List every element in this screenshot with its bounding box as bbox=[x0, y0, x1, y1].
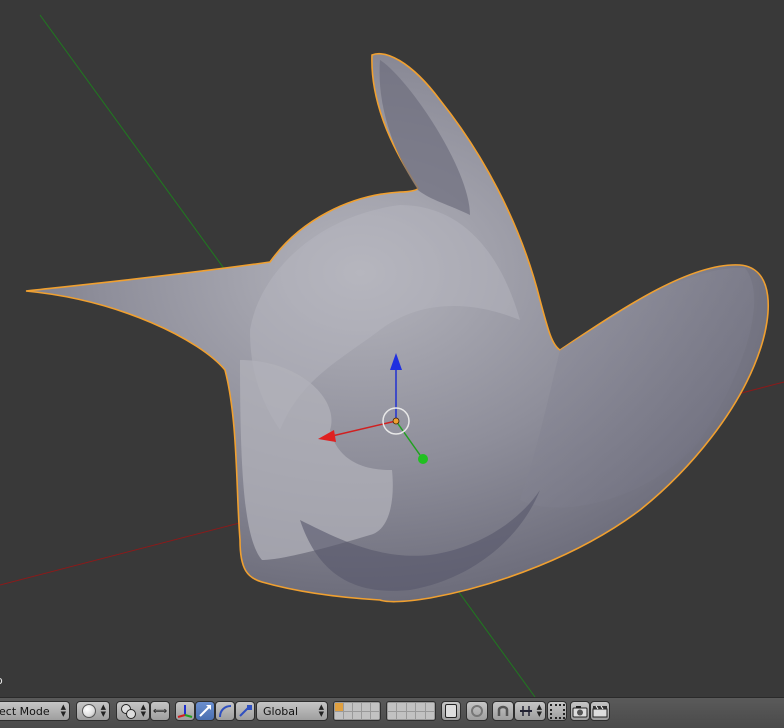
mode-arrows-icon: ▲ ▼ bbox=[60, 703, 66, 718]
snap-element-arrows-icon: ▲ ▼ bbox=[536, 703, 542, 718]
layers-group-2[interactable] bbox=[386, 701, 436, 721]
lock-layers-button[interactable] bbox=[441, 701, 461, 721]
scale-button[interactable] bbox=[235, 701, 255, 721]
render-clapper-icon bbox=[592, 705, 608, 718]
3d-viewport[interactable]: o bbox=[0, 0, 784, 697]
snap-magnet-icon bbox=[497, 705, 509, 716]
pivot-select[interactable]: ▲ ▼ bbox=[116, 701, 150, 721]
snap-during-transform-button[interactable]: ⟺ bbox=[150, 701, 170, 721]
snap-toggle-button[interactable] bbox=[492, 701, 514, 721]
opengl-animation-button[interactable] bbox=[590, 701, 610, 721]
opengl-render-button[interactable] bbox=[570, 701, 590, 721]
shading-select[interactable]: ▲ ▼ bbox=[76, 701, 110, 721]
manipulator-toggle-icon bbox=[177, 705, 193, 718]
proportional-edit-button[interactable] bbox=[466, 701, 488, 721]
orientation-select[interactable]: Global ▲ ▼ bbox=[256, 701, 328, 721]
rotate-icon bbox=[219, 705, 232, 718]
propeller-mesh[interactable] bbox=[25, 53, 769, 603]
translate-icon bbox=[199, 705, 211, 717]
snap-target-icon bbox=[549, 703, 565, 719]
scale-icon bbox=[239, 705, 252, 717]
orientation-value: Global bbox=[263, 704, 299, 718]
proportional-edit-icon bbox=[471, 705, 483, 717]
object-info-label: o bbox=[0, 674, 3, 687]
solid-sphere-icon bbox=[82, 704, 96, 718]
viewport-canvas[interactable] bbox=[0, 0, 784, 697]
object-origin bbox=[392, 417, 400, 425]
pivot-point-icon bbox=[121, 704, 136, 719]
manipulate-center-icon: ⟺ bbox=[152, 705, 168, 717]
y-axis-handle[interactable] bbox=[418, 454, 428, 464]
rotate-button[interactable] bbox=[215, 701, 235, 721]
lock-camera-icon bbox=[445, 704, 457, 718]
snap-target-button[interactable] bbox=[547, 701, 567, 721]
layers-group-1[interactable] bbox=[333, 701, 381, 721]
shading-arrows-icon: ▲ ▼ bbox=[100, 703, 106, 718]
translate-button[interactable] bbox=[195, 701, 215, 721]
mode-select-value: ect Mode bbox=[0, 704, 50, 718]
mode-select[interactable]: ect Mode ▲ ▼ bbox=[0, 701, 70, 721]
snap-element-icon bbox=[520, 706, 532, 716]
pivot-arrows-icon: ▲ ▼ bbox=[140, 703, 146, 718]
3d-view-header: ect Mode ▲ ▼ ▲ ▼ ▲ ▼ ⟺ Global ▲ ▼ ▲ ▼ bbox=[0, 697, 784, 728]
orientation-arrows-icon: ▲ ▼ bbox=[318, 703, 324, 718]
manipulator-toggle-button[interactable] bbox=[175, 701, 195, 721]
snap-element-select[interactable]: ▲ ▼ bbox=[514, 701, 546, 721]
render-camera-icon bbox=[572, 706, 588, 718]
